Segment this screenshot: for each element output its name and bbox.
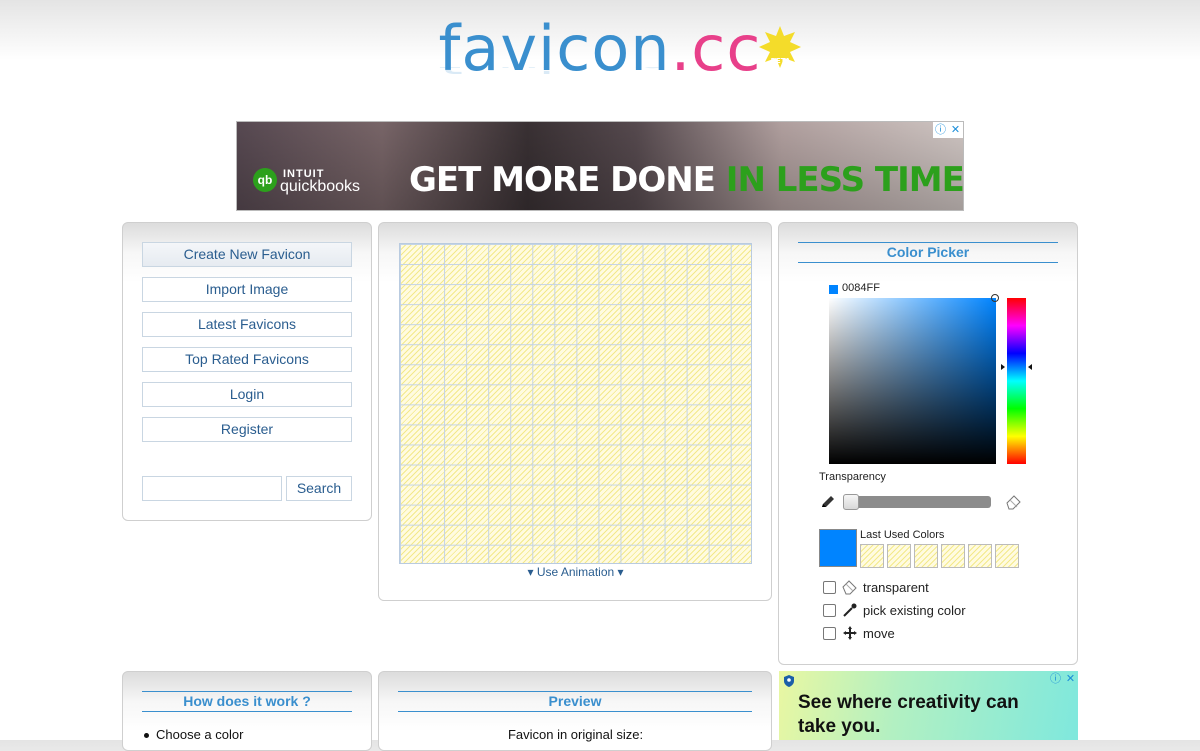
move-label: move (863, 625, 895, 641)
transparent-label: transparent (863, 579, 929, 595)
hue-slider[interactable] (1007, 298, 1026, 464)
beta-badge: BETA (759, 12, 802, 68)
side-banner-ad[interactable]: See where creativity can take you. ⓘ ✕ (779, 671, 1078, 740)
pixel-grid-canvas[interactable] (399, 243, 752, 564)
option-pick-existing-color[interactable]: pick existing color (823, 601, 966, 619)
editor-panel: ▾ Use Animation ▾ (378, 222, 772, 601)
eraser-icon (1005, 493, 1023, 516)
ad-controls: ⓘ ✕ (933, 122, 963, 138)
register-button[interactable]: Register (142, 417, 352, 442)
nav-panel: Create New Favicon Import Image Latest F… (122, 222, 372, 521)
hue-arrow-left-icon (1001, 364, 1005, 370)
side-ad-controls: ⓘ ✕ (1048, 671, 1078, 687)
current-color-swatch (829, 285, 838, 294)
last-used-color-5[interactable] (968, 544, 992, 568)
site-header: favicon.cc BETA favicon.cc (0, 14, 1200, 107)
hex-value[interactable]: 0084FF (842, 282, 880, 294)
side-ad-line1: See where creativity can (798, 692, 1019, 713)
last-used-color-3[interactable] (914, 544, 938, 568)
transparent-checkbox[interactable] (823, 580, 836, 594)
option-transparent[interactable]: transparent (823, 578, 929, 596)
side-ad-text: See where creativity can take you. (798, 691, 1019, 739)
eraser-icon (842, 579, 858, 595)
ad-headline: GET MORE DONE IN LESS TIME (409, 160, 964, 200)
last-used-color-2[interactable] (887, 544, 911, 568)
picker-handle[interactable] (991, 294, 999, 302)
how-it-works-title: How does it work ? (142, 691, 352, 712)
use-animation-link[interactable]: ▾ Use Animation ▾ (379, 565, 772, 579)
close-icon[interactable]: ✕ (1063, 671, 1078, 687)
ad-shield-icon (782, 674, 796, 688)
caret-down-icon: ▾ (527, 565, 534, 579)
ad-headline-green: IN LESS TIME (725, 160, 964, 200)
ad-brand-line2: quickbooks (280, 178, 361, 195)
pick-existing-color-label: pick existing color (863, 602, 966, 618)
last-used-color-4[interactable] (941, 544, 965, 568)
last-used-colors-label: Last Used Colors (860, 529, 945, 541)
how-it-works-panel: How does it work ? Choose a color (122, 671, 372, 751)
logo-reflection: favicon.cc (439, 67, 762, 78)
pick-color-checkbox[interactable] (823, 603, 836, 617)
transparency-slider-track[interactable] (843, 496, 991, 508)
login-button[interactable]: Login (142, 382, 352, 407)
close-icon[interactable]: ✕ (948, 122, 963, 138)
preview-panel: Preview Favicon in original size: (378, 671, 772, 751)
preview-title: Preview (398, 691, 752, 712)
move-icon (842, 625, 858, 641)
search-button[interactable]: Search (286, 476, 352, 501)
top-banner-ad[interactable]: qb INTUIT quickbooks GET MORE DONE IN LE… (236, 121, 964, 211)
color-picker-title: Color Picker (798, 242, 1058, 263)
last-used-color-1[interactable] (860, 544, 884, 568)
beta-badge-label: BETA (770, 57, 791, 65)
info-icon[interactable]: ⓘ (933, 122, 948, 138)
info-icon[interactable]: ⓘ (1048, 671, 1063, 687)
caret-down-icon: ▾ (617, 565, 624, 579)
option-move[interactable]: move (823, 624, 895, 642)
quickbooks-logo-icon: qb (253, 168, 277, 192)
color-picker-panel: Color Picker 0084FF Transparency Last Us… (778, 222, 1078, 665)
saturation-value-picker[interactable] (829, 298, 996, 464)
pencil-icon (820, 493, 836, 514)
move-checkbox[interactable] (823, 626, 836, 640)
ad-headline-white: GET MORE DONE (409, 160, 726, 200)
hue-arrow-right-icon (1028, 364, 1032, 370)
top-rated-favicons-button[interactable]: Top Rated Favicons (142, 347, 352, 372)
search-input[interactable] (142, 476, 282, 501)
create-new-favicon-button[interactable]: Create New Favicon (142, 242, 352, 267)
last-used-color-6[interactable] (995, 544, 1019, 568)
last-used-color-current[interactable] (819, 529, 857, 567)
transparency-label: Transparency (819, 471, 886, 483)
import-image-button[interactable]: Import Image (142, 277, 352, 302)
use-animation-label: Use Animation (536, 565, 615, 579)
transparency-slider-thumb[interactable] (843, 494, 859, 510)
site-logo[interactable]: favicon.cc BETA favicon.cc (439, 14, 802, 102)
side-ad-line2: take you. (798, 716, 881, 737)
latest-favicons-button[interactable]: Latest Favicons (142, 312, 352, 337)
eyedropper-icon (842, 602, 858, 618)
